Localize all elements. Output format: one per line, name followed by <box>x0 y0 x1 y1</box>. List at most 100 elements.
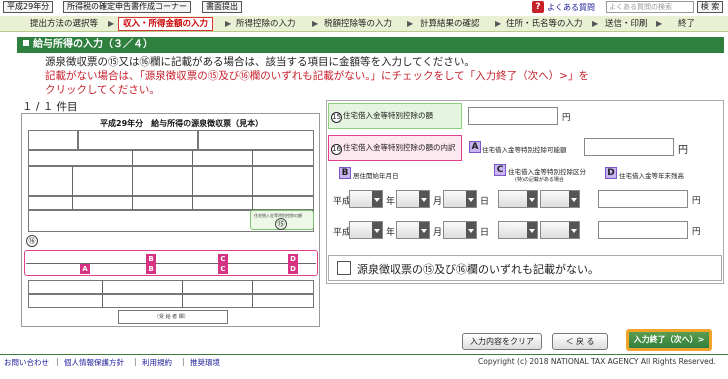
deduction-category-sub-select-1[interactable] <box>540 190 580 208</box>
step-address-name-input: 住所・氏名等の入力 <box>506 19 583 29</box>
step-arrow-icon: ▶ <box>312 19 319 28</box>
step-deduction-input: 所得控除の入力 <box>236 19 296 29</box>
b-label: 居住開始年月日 <box>353 172 399 180</box>
title-square-icon <box>23 40 29 46</box>
deduction-category-select-1[interactable] <box>498 190 538 208</box>
instruction-line-2: 記載がない場合は、「源泉徴収票の⑮及び⑯欄のいずれも記載がない。」にチェックをし… <box>45 70 589 82</box>
field-16-text: 住宅借入金等特別控除の額の内訳 <box>343 143 456 152</box>
receipt-15-marker: ⑮ <box>275 218 287 230</box>
chevron-down-icon <box>527 222 537 238</box>
receipt-line <box>252 150 253 210</box>
a-label: 住宅借入金等特別控除可能額 <box>482 146 567 154</box>
faq-label: よくある質問 <box>547 2 595 12</box>
page-title-text: 給与所得の入力（３／４） <box>33 39 153 50</box>
step-arrow-icon: ▶ <box>225 19 232 28</box>
receipt-line <box>252 280 253 308</box>
circled-15-icon: 15 <box>331 112 342 123</box>
chevron-down-icon <box>569 191 579 207</box>
no-entry-row[interactable]: 源泉徴収票の⑮及び⑯欄のいずれも記載がない。 <box>328 255 722 281</box>
field-16-label: 16 住宅借入金等特別控除の額の内訳 <box>328 135 462 161</box>
start-day-select-2[interactable] <box>443 221 477 239</box>
faq-search-input[interactable]: よくある質問の検索 <box>606 1 694 13</box>
deduction-category-select-2[interactable] <box>498 221 538 239</box>
deductible-amount-input[interactable] <box>584 138 674 156</box>
receipt-bottom-label: （受 給 者 欄） <box>154 314 189 320</box>
top-toolbar: 平成29年分 所得税の確定申告書作成コーナー 書面提出 ? よくある質問 よくあ… <box>0 0 728 14</box>
year-button[interactable]: 平成29年分 <box>3 1 54 13</box>
year-unit: 年 <box>386 197 396 207</box>
receipt-badge-b: B <box>146 254 156 264</box>
step-arrow-icon: ▶ <box>407 19 414 28</box>
instruction-line-3: クリックしてください。 <box>45 84 160 96</box>
receipt-cell <box>78 130 198 150</box>
receipt-badge-c: C <box>218 254 228 264</box>
finish-next-button[interactable]: 入力終了（次へ）> <box>626 329 712 351</box>
deduction-category-sub-select-2[interactable] <box>540 221 580 239</box>
chevron-down-icon <box>466 191 476 207</box>
step-arrow-icon: ▶ <box>656 19 663 28</box>
step-submission-method: 提出方法の選択等 <box>30 19 99 29</box>
terms-link[interactable]: 利用規約 <box>142 357 172 368</box>
chevron-down-icon <box>419 191 429 207</box>
step-tax-credit-input: 税額控除等の入力 <box>324 19 393 29</box>
receipt-badge-d: D <box>288 264 298 274</box>
chevron-down-icon <box>372 191 382 207</box>
year-end-balance-input-2[interactable] <box>598 221 688 239</box>
faq-link[interactable]: ? よくある質問 <box>532 1 595 13</box>
instruction-line-1: 源泉徴収票の⑮又は⑯欄に記載がある場合は、該当する項目に金額等を入力してください… <box>45 56 475 68</box>
back-button[interactable]: ＜ 戻 る <box>552 333 608 350</box>
field-15-text: 住宅借入金等特別控除の額 <box>343 111 433 120</box>
step-send-print: 送信・印刷 <box>605 19 648 29</box>
chevron-down-icon <box>372 222 382 238</box>
chevron-down-icon <box>527 191 537 207</box>
receipt-cell <box>28 130 78 150</box>
badge-b-icon: B <box>339 167 351 179</box>
tax-return-corner-button[interactable]: 所得税の確定申告書作成コーナー <box>63 1 191 13</box>
footer-separator: | <box>56 357 59 366</box>
receipt-line <box>72 166 73 210</box>
housing-loan-deduction-input[interactable] <box>468 107 558 125</box>
receipt-badge-c: C <box>218 264 228 274</box>
field-15-label: 15 住宅借入金等特別控除の額 <box>328 103 462 129</box>
step-finish: 終了 <box>678 19 696 29</box>
privacy-link[interactable]: 個人情報保護方針 <box>64 357 124 368</box>
footer-separator: | <box>182 357 185 366</box>
d-label: 住宅借入金等年末残高 <box>619 172 684 180</box>
paper-submission-button[interactable]: 書面提出 <box>202 1 242 13</box>
footer-separator: | <box>134 357 137 366</box>
badge-c-icon: C <box>494 164 506 176</box>
receipt-line <box>132 150 133 210</box>
contact-link[interactable]: お問い合わせ <box>4 357 49 368</box>
chevron-down-icon <box>419 222 429 238</box>
circled-16-icon: 16 <box>331 144 342 155</box>
receipt-cell <box>198 130 314 150</box>
receipt-16-marker: ⑯ <box>26 235 38 247</box>
start-year-select-1[interactable] <box>349 190 383 208</box>
c-label: 住宅借入金等特別控除区分 <box>508 168 586 176</box>
environment-link[interactable]: 推奨環境 <box>190 357 220 368</box>
chevron-down-icon <box>466 222 476 238</box>
receipt-cell <box>28 150 314 166</box>
yen-unit: 円 <box>692 227 701 237</box>
step-arrow-icon: ▶ <box>108 19 115 28</box>
clear-button[interactable]: 入力内容をクリア <box>462 333 542 350</box>
record-count: １ / １ 件目 <box>22 101 78 113</box>
search-button[interactable]: 検 索 <box>697 1 723 13</box>
receipt-line <box>182 280 183 308</box>
no-entry-checkbox[interactable] <box>337 261 351 275</box>
receipt-line <box>26 263 316 264</box>
year-unit: 年 <box>386 228 396 238</box>
year-end-balance-input-1[interactable] <box>598 190 688 208</box>
receipt-badge-d: D <box>288 254 298 264</box>
start-month-select-1[interactable] <box>396 190 430 208</box>
start-day-select-1[interactable] <box>443 190 477 208</box>
yen-unit: 円 <box>678 145 688 156</box>
step-income-input: 収入・所得金額の入力 <box>118 17 214 31</box>
step-navigation: 提出方法の選択等 ▶ 収入・所得金額の入力 ▶ 所得控除の入力 ▶ 税額控除等の… <box>0 16 728 32</box>
day-unit: 日 <box>480 197 490 207</box>
start-year-select-2[interactable] <box>349 221 383 239</box>
start-month-select-2[interactable] <box>396 221 430 239</box>
question-icon: ? <box>532 1 544 13</box>
badge-d-icon: D <box>605 167 617 179</box>
receipt-badge-b: B <box>146 264 156 274</box>
